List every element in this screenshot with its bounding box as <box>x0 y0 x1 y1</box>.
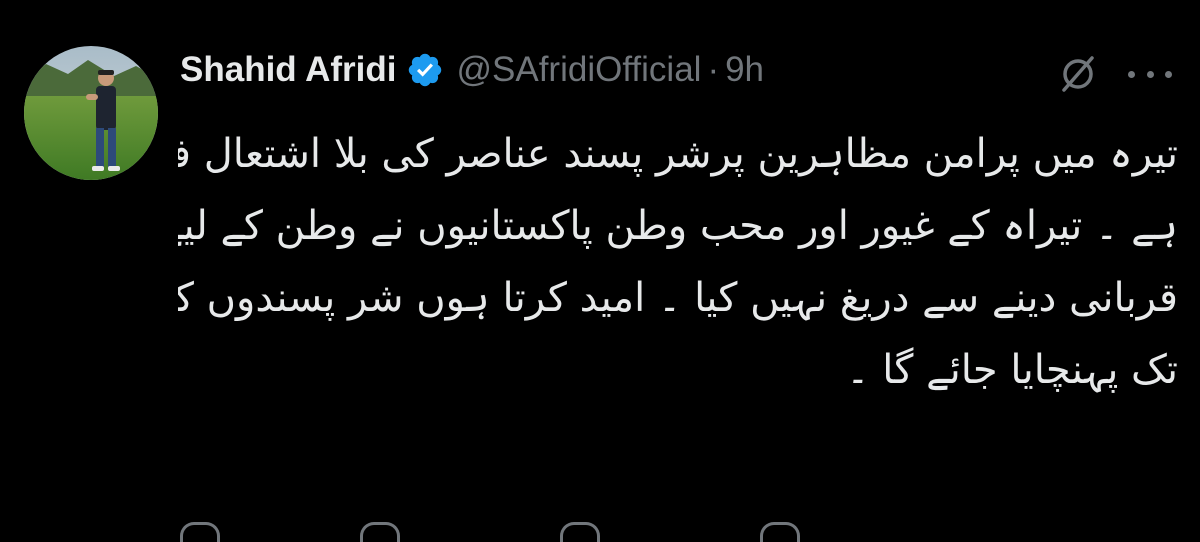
timestamp[interactable]: 9h <box>725 50 764 90</box>
tweet-header: Shahid Afridi @SAfridiOfficial · 9h <box>180 44 764 96</box>
separator-dot: · <box>707 50 720 89</box>
more-dot <box>1128 70 1135 78</box>
grok-icon[interactable] <box>1058 54 1098 94</box>
tweet-actions-bar <box>180 522 1180 542</box>
more-icon[interactable] <box>1128 56 1172 92</box>
author-name[interactable]: Shahid Afridi <box>180 50 396 90</box>
tweet-text: تیرہ میں پرامن مظاہرین پرشر پسند عناصر ک… <box>178 118 1178 406</box>
verified-badge-icon <box>406 51 444 89</box>
reply-icon[interactable] <box>180 522 220 542</box>
tweet-line: ہے ۔ تیراہ کے غیور اور محب وطن پاکستانیو… <box>178 203 1178 249</box>
author-handle[interactable]: @SAfridiOfficial <box>456 50 701 90</box>
like-icon[interactable] <box>560 522 600 542</box>
more-dot <box>1165 70 1172 78</box>
tweet-line: تک پہنچایا جائے گا ۔ <box>846 347 1178 393</box>
views-icon[interactable] <box>760 522 800 542</box>
tweet[interactable]: Shahid Afridi @SAfridiOfficial · 9h تیرہ… <box>0 0 1200 542</box>
more-dot <box>1146 70 1154 78</box>
avatar[interactable] <box>24 46 158 180</box>
retweet-icon[interactable] <box>360 522 400 542</box>
tweet-line: تیرہ میں پرامن مظاہرین پرشر پسند عناصر ک… <box>178 131 1178 177</box>
tweet-line: قربانی دینے سے دریغ نہیں کیا ۔ امید کرتا… <box>178 275 1178 321</box>
